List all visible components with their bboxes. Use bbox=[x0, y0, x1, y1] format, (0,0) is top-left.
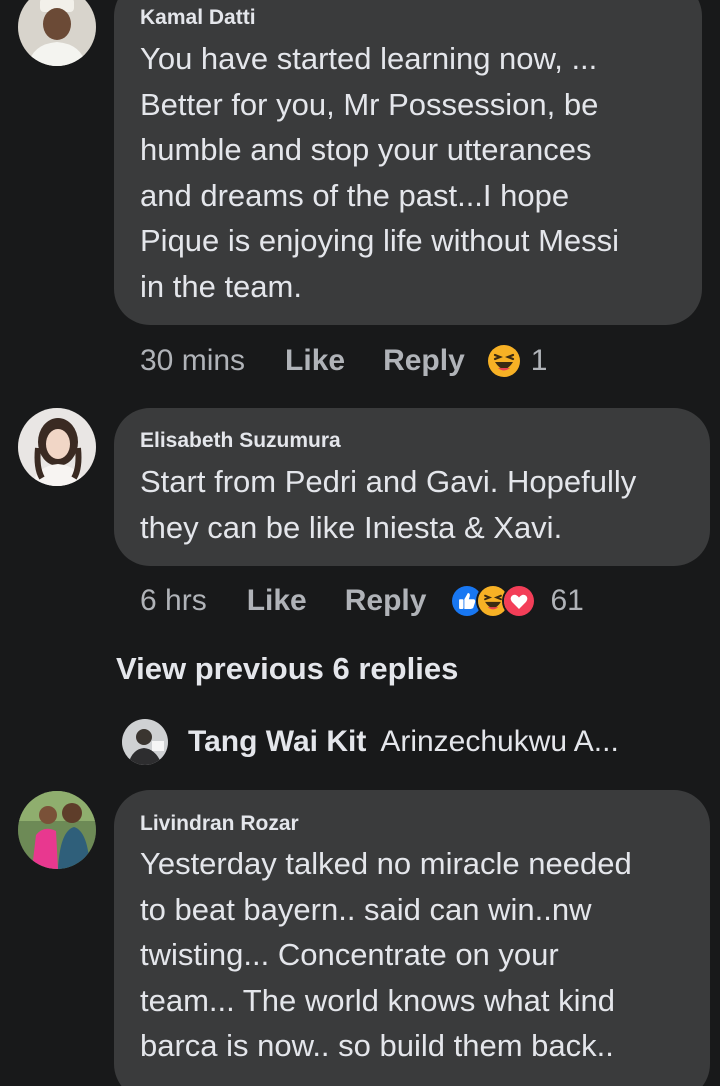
comment-meta: 6 hrs Like Reply 61 bbox=[140, 579, 584, 623]
avatar-elisabeth-suzumura[interactable] bbox=[18, 408, 96, 486]
comment-line: Start from Pedri and Gavi. Hopefully bbox=[140, 464, 637, 499]
comment-line: You have started learning now, ... bbox=[140, 41, 598, 76]
comment-line: Yesterday talked no miracle needed bbox=[140, 846, 632, 881]
comment-line: team... The world knows what kind bbox=[140, 983, 615, 1018]
comment-line: they can be like Iniesta & Xavi. bbox=[140, 510, 563, 545]
view-previous-replies-link[interactable]: View previous 6 replies bbox=[116, 651, 458, 687]
reaction-summary[interactable]: 61 bbox=[450, 584, 584, 618]
comment-line: Pique is enjoying life without Messi bbox=[140, 223, 620, 258]
comment-thread: Kamal Datti You have started learning no… bbox=[0, 0, 720, 1086]
comment-line: in the team. bbox=[140, 269, 302, 304]
comment-line: barca is now.. so build them back.. bbox=[140, 1028, 614, 1063]
reaction-count: 61 bbox=[550, 584, 584, 617]
comment-line: Better for you, Mr Possession, be bbox=[140, 87, 599, 122]
like-button[interactable]: Like bbox=[285, 344, 345, 378]
like-button[interactable]: Like bbox=[247, 584, 307, 618]
comment-time[interactable]: 6 hrs bbox=[140, 584, 207, 618]
avatar-tang-wai-kit[interactable] bbox=[122, 719, 168, 765]
comment-line: and dreams of the past...I hope bbox=[140, 178, 570, 213]
collapsed-reply[interactable]: Tang Wai Kit Arinzechukwu A... bbox=[122, 718, 619, 766]
reply-author[interactable]: Tang Wai Kit bbox=[188, 725, 366, 759]
haha-icon bbox=[487, 344, 521, 378]
reaction-summary[interactable]: 1 bbox=[487, 344, 548, 378]
reaction-icons bbox=[450, 584, 537, 618]
comment-line: to beat bayern.. said can win..nw bbox=[140, 892, 592, 927]
comment-line: twisting... Concentrate on your bbox=[140, 937, 559, 972]
reply-snippet: Arinzechukwu A... bbox=[380, 725, 619, 758]
avatar-livindran-rozar[interactable] bbox=[18, 791, 96, 869]
love-icon bbox=[502, 584, 537, 618]
reply-button[interactable]: Reply bbox=[345, 584, 427, 618]
comment-author[interactable]: Kamal Datti bbox=[140, 6, 256, 30]
comment-line: humble and stop your utterances bbox=[140, 132, 592, 167]
avatar-kamal-datti[interactable] bbox=[18, 0, 96, 66]
comment-meta: 30 mins Like Reply 1 bbox=[140, 339, 547, 383]
comment-author[interactable]: Elisabeth Suzumura bbox=[140, 429, 341, 453]
comment-time[interactable]: 30 mins bbox=[140, 344, 245, 378]
comment-author[interactable]: Livindran Rozar bbox=[140, 812, 299, 836]
reaction-count: 1 bbox=[530, 344, 548, 377]
reply-button[interactable]: Reply bbox=[383, 344, 465, 378]
